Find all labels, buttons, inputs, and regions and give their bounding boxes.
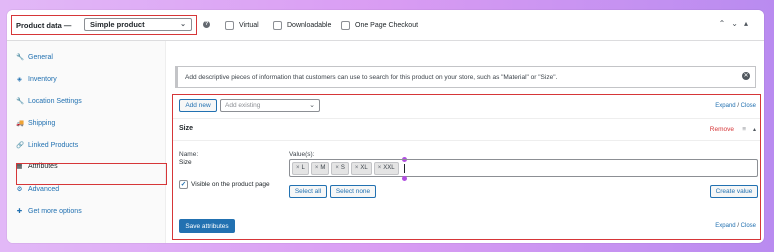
value-tag[interactable]: × M bbox=[310, 161, 330, 175]
checkbox-box[interactable] bbox=[341, 21, 350, 30]
expand-link[interactable]: Expand bbox=[715, 223, 735, 229]
drag-handle-icon[interactable]: ≡ bbox=[742, 126, 746, 133]
name-label: Name: bbox=[179, 151, 199, 158]
remove-attribute-link[interactable]: Remove bbox=[710, 126, 734, 133]
link-icon: 🔗 bbox=[16, 142, 25, 149]
save-attributes-button[interactable]: Save attributes bbox=[179, 219, 235, 233]
expand-link[interactable]: Expand bbox=[715, 103, 735, 109]
check-icon[interactable]: ✓ bbox=[179, 180, 188, 189]
values-label: Value(s): bbox=[289, 151, 315, 158]
sidebar-item-location-settings[interactable]: 🔧 Location Settings bbox=[16, 94, 82, 108]
panel-controls: ⌃⌄▴ bbox=[719, 19, 754, 28]
downloadable-checkbox[interactable]: Downloadable bbox=[273, 21, 331, 30]
value-tag[interactable]: × L bbox=[292, 161, 309, 175]
chevron-down-icon[interactable]: ⌄ bbox=[731, 19, 744, 28]
help-icon[interactable]: ? bbox=[203, 21, 210, 28]
chevron-down-icon: ⌄ bbox=[309, 102, 315, 109]
product-data-tabs: 🔧 General ◈ Inventory 🔧 Location Setting… bbox=[7, 41, 166, 243]
product-type-highlight: Product data — Simple product ⌄ bbox=[11, 15, 197, 35]
separator: / bbox=[737, 103, 739, 109]
value-tag-label: M bbox=[320, 165, 326, 171]
attributes-tab-highlight bbox=[16, 163, 167, 185]
select-all-button[interactable]: Select all bbox=[289, 185, 327, 198]
visible-label: Visible on the product page bbox=[191, 181, 270, 188]
expand-close-top: Expand / Close bbox=[715, 103, 756, 109]
truck-icon: 🚚 bbox=[16, 120, 25, 127]
value-tag-label: L bbox=[301, 165, 305, 171]
attribute-title[interactable]: Size bbox=[179, 125, 193, 132]
value-tag[interactable]: × S bbox=[331, 161, 349, 175]
divider bbox=[173, 140, 760, 141]
sidebar-item-label: Get more options bbox=[28, 207, 82, 215]
expand-close-bottom: Expand / Close bbox=[715, 223, 756, 229]
attribute-name-value: Size bbox=[179, 159, 192, 166]
sidebar-item-general[interactable]: 🔧 General bbox=[16, 50, 53, 64]
chevron-up-icon[interactable]: ⌃ bbox=[719, 19, 732, 28]
select-none-button[interactable]: Select none bbox=[330, 185, 376, 198]
remove-tag-icon[interactable]: × bbox=[355, 165, 359, 171]
caret-up-icon[interactable]: ▴ bbox=[744, 19, 754, 28]
add-existing-placeholder: Add existing bbox=[225, 102, 261, 109]
cursor-marker-bottom bbox=[402, 176, 407, 181]
virtual-checkbox[interactable]: Virtual bbox=[225, 21, 259, 30]
separator: / bbox=[737, 223, 739, 229]
sidebar-item-shipping[interactable]: 🚚 Shipping bbox=[16, 116, 55, 130]
divider bbox=[173, 118, 760, 119]
create-value-button[interactable]: Create value bbox=[710, 185, 758, 198]
sidebar-item-label: Location Settings bbox=[28, 97, 82, 105]
sidebar-item-label: Inventory bbox=[28, 75, 57, 83]
remove-tag-icon[interactable]: × bbox=[378, 165, 382, 171]
product-type-select[interactable]: Simple product ⌄ bbox=[84, 18, 192, 31]
inventory-icon: ◈ bbox=[17, 76, 22, 83]
value-tag-label: S bbox=[340, 165, 345, 171]
value-tag[interactable]: × XXL bbox=[373, 161, 399, 175]
checkbox-box[interactable] bbox=[225, 21, 234, 30]
value-tag-label: XL bbox=[360, 165, 368, 171]
collapse-icon[interactable]: ▴ bbox=[753, 126, 756, 133]
close-link[interactable]: Close bbox=[741, 223, 756, 229]
product-type-value: Simple product bbox=[90, 20, 145, 29]
sidebar-item-get-more-options[interactable]: ✚ Get more options bbox=[16, 204, 82, 218]
one-page-checkout-label: One Page Checkout bbox=[355, 22, 419, 29]
product-data-panel: Product data — Simple product ⌄ ? Virtua… bbox=[7, 10, 764, 243]
downloadable-label: Downloadable bbox=[287, 22, 332, 29]
sidebar-item-label: Shipping bbox=[28, 119, 56, 127]
wrench-icon: 🔧 bbox=[16, 98, 25, 105]
sidebar-item-label: Advanced bbox=[28, 185, 60, 193]
virtual-label: Virtual bbox=[239, 22, 259, 29]
attributes-panel: Add new Add existing ⌄ Expand / Close Si… bbox=[172, 94, 761, 240]
product-data-header: Product data — Simple product ⌄ ? Virtua… bbox=[7, 10, 764, 41]
wrench-icon: 🔧 bbox=[16, 54, 25, 61]
sidebar-item-label: Linked Products bbox=[28, 141, 79, 149]
remove-tag-icon[interactable]: × bbox=[335, 165, 339, 171]
product-data-label: Product data — bbox=[16, 20, 72, 30]
close-link[interactable]: Close bbox=[741, 103, 756, 109]
remove-tag-icon[interactable]: × bbox=[296, 165, 300, 171]
remove-tag-icon[interactable]: × bbox=[315, 165, 319, 171]
notice-text: Add descriptive pieces of information th… bbox=[185, 74, 558, 81]
gear-icon: ⚙ bbox=[16, 186, 23, 193]
plug-icon: ✚ bbox=[16, 208, 23, 215]
value-tag-label: XXL bbox=[383, 165, 395, 171]
add-existing-select[interactable]: Add existing ⌄ bbox=[220, 99, 320, 112]
checkbox-box[interactable] bbox=[273, 21, 282, 30]
one-page-checkout-checkbox[interactable]: One Page Checkout bbox=[341, 21, 418, 30]
sidebar-item-label: General bbox=[28, 53, 53, 61]
text-caret bbox=[403, 163, 405, 173]
sidebar-item-linked-products[interactable]: 🔗 Linked Products bbox=[16, 138, 78, 152]
value-tag[interactable]: × XL bbox=[350, 161, 372, 175]
chevron-down-icon: ⌄ bbox=[180, 21, 186, 28]
attributes-notice: Add descriptive pieces of information th… bbox=[175, 66, 756, 88]
visible-on-product-page-checkbox[interactable]: ✓ Visible on the product page bbox=[179, 180, 270, 189]
sidebar-item-inventory[interactable]: ◈ Inventory bbox=[16, 72, 57, 86]
close-icon[interactable]: ✕ bbox=[742, 72, 750, 80]
add-new-button[interactable]: Add new bbox=[179, 99, 217, 112]
attribute-values-input[interactable]: × L × M × S × XL × XXL bbox=[289, 159, 758, 177]
